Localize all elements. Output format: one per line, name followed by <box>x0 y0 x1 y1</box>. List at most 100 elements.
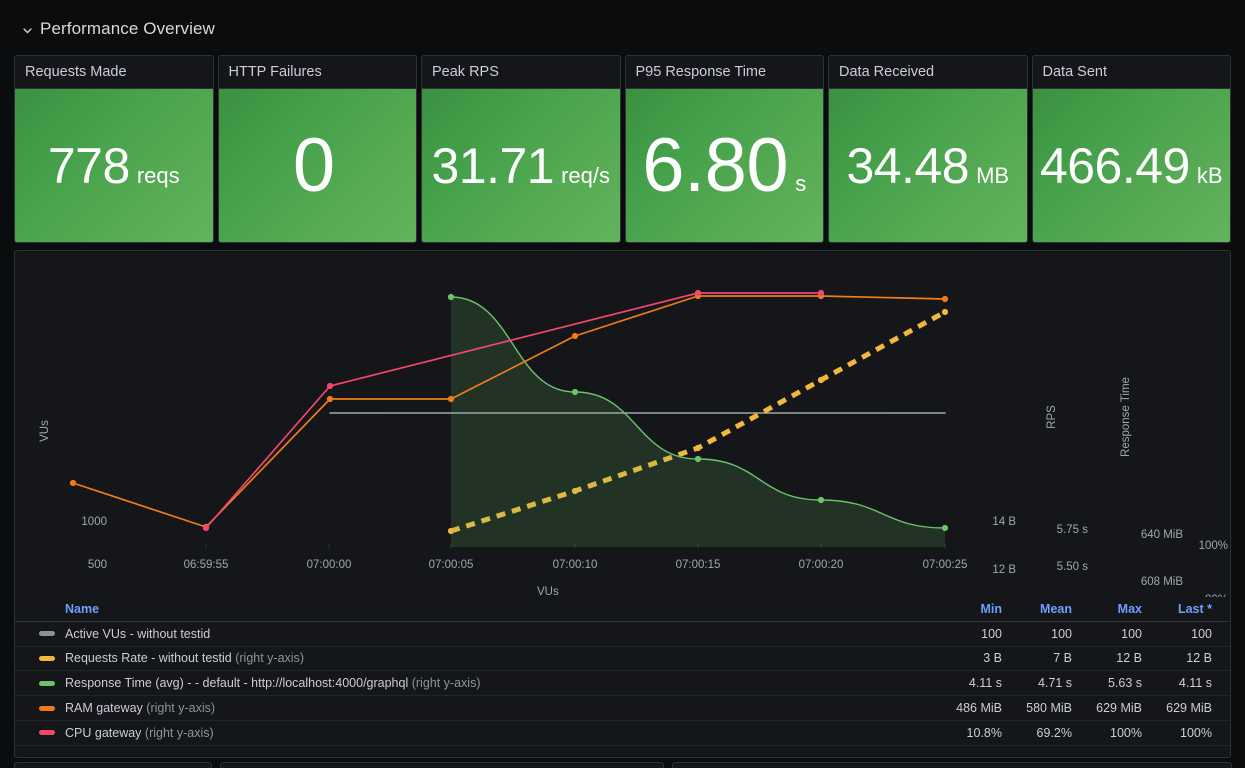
stat-unit: MB <box>976 162 1010 188</box>
stat-value-area: 34.48 MB <box>829 89 1027 242</box>
series-axis-note: (right y-axis) <box>142 701 216 716</box>
stat-panel-row: Requests Made 778 reqs HTTP Failures 0 P… <box>14 55 1231 243</box>
series-mean-value: 100 <box>1051 626 1072 641</box>
series-name[interactable]: Requests Rate - without testid (right y-… <box>65 651 940 665</box>
legend-rows: Active VUs - without testid 100 100 100 100 R… <box>15 622 1230 746</box>
series-last-value: 4.11 s <box>1178 676 1212 691</box>
legend-row[interactable]: Active VUs - without testid 100 100 100 100 <box>15 622 1230 647</box>
svg-text:5.50 s: 5.50 s <box>1057 561 1089 573</box>
svg-text:608 MiB: 608 MiB <box>1141 576 1184 588</box>
series-max-value: 629 MiB <box>1096 701 1142 716</box>
series-name[interactable]: CPU gateway (right y-axis) <box>65 726 940 740</box>
series-response-time-avg-default-http-localhost-4000-graphql <box>447 293 949 547</box>
axis-title-vus-left: VUs <box>39 420 51 442</box>
panel-title: Data Received <box>829 56 1027 89</box>
stat-unit: req/s <box>561 162 611 188</box>
series-min-value: 10.8% <box>966 725 1002 740</box>
svg-text:12 B: 12 B <box>992 564 1016 576</box>
series-min-value: 486 MiB <box>956 701 1002 716</box>
stat-number: 6.80 <box>642 122 789 208</box>
series-min-value: 100 <box>981 626 1002 641</box>
svg-text:07:00:15: 07:00:15 <box>676 559 721 571</box>
series-max-value: 100% <box>1110 725 1142 740</box>
dashboard: Performance Overview Requests Made 778 r… <box>0 0 1245 768</box>
stat-panel-requests-made[interactable]: Requests Made 778 reqs <box>14 55 214 243</box>
stat-value-area: 6.80 s <box>625 89 823 242</box>
stat-panel-p95-response-time[interactable]: P95 Response Time 6.80 s <box>624 55 824 243</box>
legend-row[interactable]: RAM gateway (right y-axis) 486 MiB 580 MiB… <box>15 696 1230 721</box>
timeseries-panel[interactable]: 100050020010050201014 B12 B10 B8 B6 B4 B… <box>14 250 1231 758</box>
stat-number: 0 <box>292 122 335 208</box>
partial-panel-2[interactable] <box>220 762 664 768</box>
stat-number: 31.71 <box>431 137 555 194</box>
series-last-value: 100 <box>1191 626 1212 641</box>
svg-text:640 MiB: 640 MiB <box>1141 529 1184 541</box>
legend-col-min[interactable]: Min <box>940 602 1010 616</box>
series-axis-note: (right y-axis) <box>231 651 304 666</box>
row-header-performance-overview[interactable]: Performance Overview <box>22 19 215 39</box>
series-mean-value: 4.71 s <box>1037 676 1072 691</box>
panel-title: P95 Response Time <box>625 56 823 89</box>
legend-row[interactable]: Response Time (avg) - - default - http:/… <box>15 671 1230 697</box>
legend-col-last[interactable]: Last * <box>1150 602 1220 616</box>
row-title: Performance Overview <box>40 19 215 38</box>
series-max-value: 5.63 s <box>1107 676 1142 691</box>
legend-row[interactable]: CPU gateway (right y-axis) 10.8% 69.2% 100%… <box>15 721 1230 746</box>
stat-panel-http-failures[interactable]: HTTP Failures 0 <box>217 55 417 243</box>
svg-text:07:00:10: 07:00:10 <box>553 559 598 571</box>
series-color-swatch[interactable] <box>39 705 55 711</box>
stat-panel-data-received[interactable]: Data Received 34.48 MB <box>828 55 1028 243</box>
series-name[interactable]: Active VUs - without testid <box>65 627 940 641</box>
series-mean-value: 7 B <box>1053 651 1072 666</box>
series-name[interactable]: Response Time (avg) - - default - http:/… <box>65 676 940 690</box>
series-max-value: 12 B <box>1116 651 1142 666</box>
series-last-value: 12 B <box>1186 651 1212 666</box>
svg-text:07:00:25: 07:00:25 <box>923 559 968 571</box>
svg-text:07:00:20: 07:00:20 <box>799 559 844 571</box>
stat-number: 466.49 <box>1039 137 1190 194</box>
series-color-swatch[interactable] <box>39 730 55 736</box>
series-max-value: 100 <box>1121 626 1142 641</box>
stat-value-area: 466.49 kB <box>1032 89 1230 242</box>
series-color-swatch[interactable] <box>39 655 55 661</box>
stat-number: 34.48 <box>846 137 970 194</box>
legend-col-max[interactable]: Max <box>1080 602 1150 616</box>
legend-row[interactable]: Requests Rate - without testid (right y-… <box>15 647 1230 672</box>
svg-text:07:00:05: 07:00:05 <box>429 559 474 571</box>
partial-panel-3[interactable] <box>672 762 1232 768</box>
stat-panel-data-sent[interactable]: Data Sent 466.49 kB <box>1031 55 1231 243</box>
axis-title-response-time: Response Time <box>1120 377 1132 457</box>
legend-col-mean[interactable]: Mean <box>1010 602 1080 616</box>
svg-text:14 B: 14 B <box>992 516 1016 528</box>
axis-title-rps: RPS <box>1046 405 1058 429</box>
panel-title: Data Sent <box>1032 56 1230 89</box>
partial-panel-1[interactable] <box>14 762 212 768</box>
stat-unit: reqs <box>136 162 180 188</box>
panel-title: Peak RPS <box>422 56 620 89</box>
stat-unit: s <box>795 170 807 196</box>
svg-text:500: 500 <box>88 559 107 571</box>
legend-header-row: Name Min Mean Max Last * <box>15 597 1230 622</box>
svg-text:100%: 100% <box>1199 540 1228 552</box>
series-name[interactable]: RAM gateway (right y-axis) <box>65 701 940 715</box>
legend-col-name[interactable]: Name <box>65 602 940 616</box>
stat-value-area: 778 reqs <box>15 89 213 242</box>
series-color-swatch[interactable] <box>39 680 55 686</box>
chevron-down-icon[interactable] <box>22 25 33 36</box>
svg-text:07:00:00: 07:00:00 <box>307 559 352 571</box>
stat-number: 778 <box>47 137 130 194</box>
stat-unit: kB <box>1196 162 1223 188</box>
svg-text:06:59:55: 06:59:55 <box>184 559 229 571</box>
panel-title: HTTP Failures <box>218 56 416 89</box>
stat-panel-peak-rps[interactable]: Peak RPS 31.71 req/s <box>421 55 621 243</box>
series-last-value: 100% <box>1180 725 1212 740</box>
legend-table: Name Min Mean Max Last * Active VUs - wi… <box>15 597 1230 746</box>
series-last-value: 629 MiB <box>1166 701 1212 716</box>
series-mean-value: 580 MiB <box>1026 701 1072 716</box>
series-color-swatch[interactable] <box>39 631 55 637</box>
svg-text:1000: 1000 <box>81 516 107 528</box>
series-mean-value: 69.2% <box>1036 725 1072 740</box>
stat-value-area: 0 <box>218 89 416 242</box>
stat-value-area: 31.71 req/s <box>422 89 620 242</box>
next-row-panels <box>0 762 1245 768</box>
